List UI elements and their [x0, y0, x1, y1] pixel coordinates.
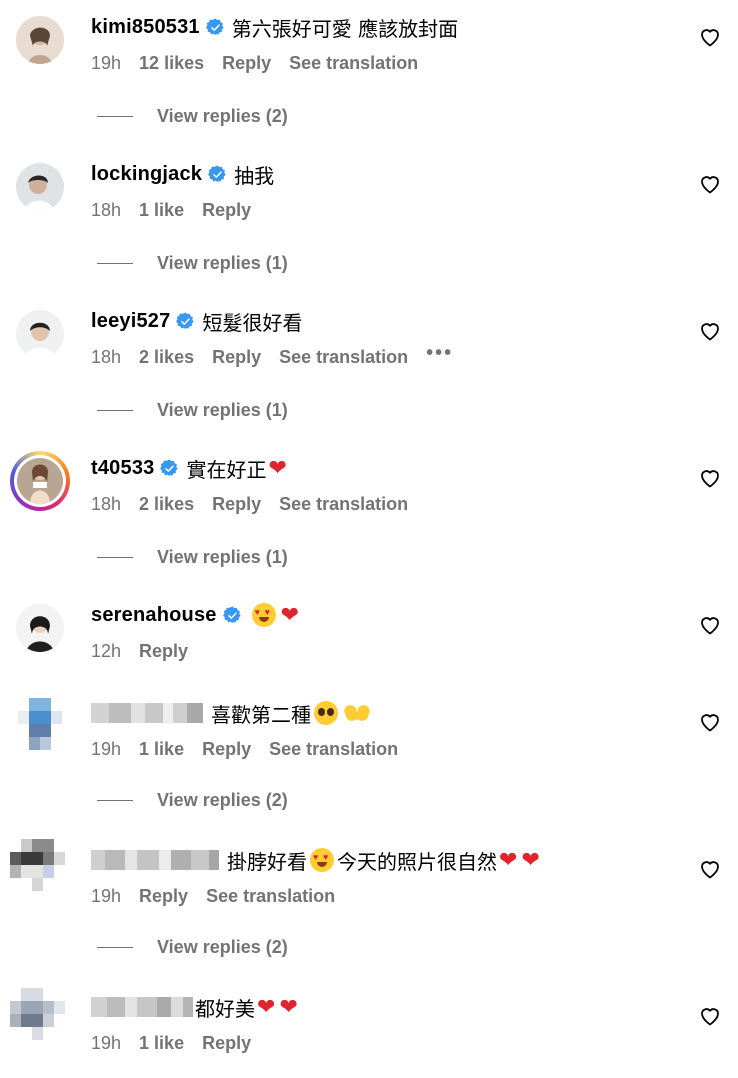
heart-eyes-emoji: ♥ ♥	[251, 603, 276, 627]
view-replies-label: View replies (1)	[157, 399, 288, 420]
verified-badge-icon	[176, 312, 195, 331]
timestamp: 18h	[91, 199, 122, 220]
username[interactable]: lockingjack	[91, 163, 202, 186]
avatar-image	[17, 458, 63, 504]
comment-text: 實在好正	[186, 457, 267, 482]
heart-outline-icon[interactable]	[698, 613, 722, 637]
see-translation-button[interactable]: See translation	[279, 494, 408, 515]
heart-hands-emoji	[345, 703, 369, 723]
red-heart-emoji: ❤	[280, 602, 300, 628]
likes-count[interactable]: 1 like	[139, 1033, 184, 1054]
comment-text: 掛脖好看	[227, 849, 307, 874]
view-replies-label: View replies (2)	[157, 105, 288, 126]
view-replies-label: View replies (2)	[157, 789, 288, 810]
comment-text: 短髮很好看	[202, 310, 303, 335]
verified-badge-icon	[206, 18, 225, 37]
red-heart-emoji: ❤	[268, 455, 287, 481]
reply-button[interactable]: Reply	[212, 494, 261, 515]
likes-count[interactable]: 2 likes	[139, 347, 194, 368]
avatar-pixelated[interactable]	[10, 988, 70, 1048]
divider	[97, 946, 133, 948]
avatar[interactable]	[16, 604, 64, 652]
heart-outline-icon[interactable]	[698, 25, 722, 49]
avatar-pixelated[interactable]	[18, 698, 62, 750]
avatar-pixelated[interactable]	[10, 839, 70, 899]
see-translation-button[interactable]: See translation	[289, 53, 418, 74]
avatar[interactable]	[16, 163, 64, 211]
username-redacted[interactable]	[91, 850, 219, 870]
red-heart-emoji: ❤	[499, 847, 518, 873]
heart-outline-icon[interactable]	[698, 466, 722, 490]
see-translation-button[interactable]: See translation	[206, 886, 335, 907]
view-replies-button[interactable]: View replies (1)	[97, 250, 288, 276]
avatar[interactable]	[16, 310, 64, 358]
divider	[97, 409, 133, 411]
reply-button[interactable]: Reply	[139, 641, 188, 662]
comment-text: 都好美	[195, 996, 255, 1021]
avatar[interactable]	[16, 16, 64, 64]
see-translation-button[interactable]: See translation	[279, 347, 408, 368]
view-replies-button[interactable]: View replies (1)	[97, 397, 288, 423]
timestamp: 18h	[91, 346, 122, 367]
reply-button[interactable]: Reply	[202, 739, 251, 760]
red-heart-emoji: ❤	[521, 847, 540, 873]
divider	[97, 115, 133, 117]
verified-badge-icon	[160, 459, 179, 478]
timestamp: 19h	[91, 52, 122, 73]
story-ring-gap	[14, 455, 66, 507]
username[interactable]: kimi850531	[91, 16, 200, 39]
likes-count[interactable]: 2 likes	[139, 494, 194, 515]
red-heart-emoji: ❤	[257, 994, 276, 1020]
reply-button[interactable]: Reply	[212, 347, 261, 368]
timestamp: 18h	[91, 493, 122, 514]
username[interactable]: leeyi527	[91, 310, 170, 333]
likes-count[interactable]: 12 likes	[139, 53, 204, 74]
reply-button[interactable]: Reply	[222, 53, 271, 74]
view-replies-button[interactable]: View replies (2)	[97, 103, 288, 129]
comment-text: 喜歡第二種	[211, 702, 311, 727]
divider	[97, 262, 133, 264]
reply-button[interactable]: Reply	[202, 200, 251, 221]
divider	[97, 556, 133, 558]
likes-count[interactable]: 1 like	[139, 739, 184, 760]
timestamp: 19h	[91, 1032, 122, 1053]
view-replies-button[interactable]: View replies (1)	[97, 544, 288, 570]
verified-badge-icon	[223, 606, 242, 625]
timestamp: 12h	[91, 640, 122, 661]
username[interactable]: t40533	[91, 457, 154, 480]
username[interactable]: serenahouse	[91, 604, 217, 627]
see-translation-button[interactable]: See translation	[269, 739, 398, 760]
likes-count[interactable]: 1 like	[139, 200, 184, 221]
heart-outline-icon[interactable]	[698, 1004, 722, 1028]
view-replies-label: View replies (1)	[157, 252, 288, 273]
verified-badge-icon	[208, 165, 227, 184]
heart-outline-icon[interactable]	[698, 319, 722, 343]
more-options-button[interactable]: •••	[426, 342, 453, 365]
username-redacted[interactable]	[91, 703, 203, 723]
divider	[97, 799, 133, 801]
timestamp: 19h	[91, 738, 122, 759]
heart-outline-icon[interactable]	[698, 710, 722, 734]
pleading-face-emoji	[314, 701, 338, 725]
view-replies-button[interactable]: View replies (2)	[97, 787, 288, 813]
heart-outline-icon[interactable]	[698, 172, 722, 196]
comment-text: 抽我	[234, 163, 275, 188]
red-heart-emoji: ❤	[279, 994, 298, 1020]
username-redacted[interactable]	[91, 997, 193, 1017]
heart-outline-icon[interactable]	[698, 857, 722, 881]
view-replies-button[interactable]: View replies (2)	[97, 934, 288, 960]
reply-button[interactable]: Reply	[202, 1033, 251, 1054]
view-replies-label: View replies (1)	[157, 546, 288, 567]
heart-eyes-emoji: ♥ ♥	[310, 848, 334, 872]
view-replies-label: View replies (2)	[157, 936, 288, 957]
comment-text-continued: 今天的照片很自然	[337, 849, 497, 874]
reply-button[interactable]: Reply	[139, 886, 188, 907]
timestamp: 19h	[91, 885, 122, 906]
avatar-story-ring[interactable]	[10, 451, 70, 511]
comment-text: 第六張好可愛 應該放封面	[231, 16, 459, 41]
